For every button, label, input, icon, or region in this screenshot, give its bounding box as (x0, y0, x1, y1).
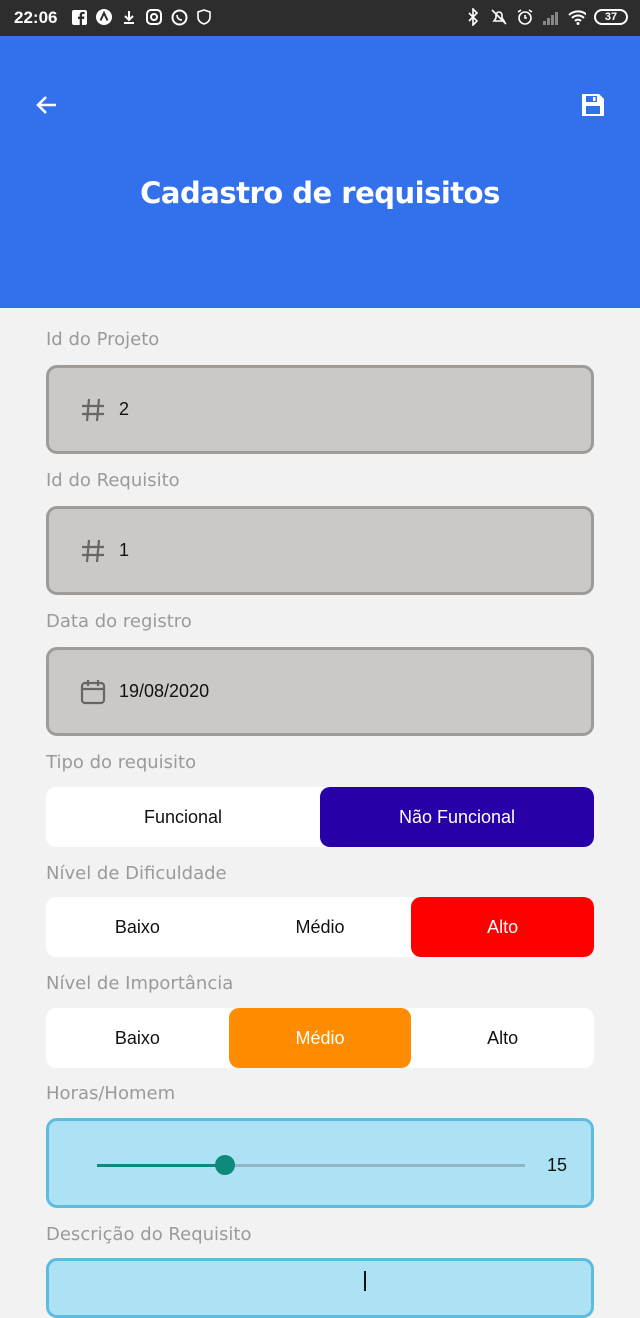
bluetooth-icon (464, 8, 482, 26)
dificuldade-option-alto[interactable]: Alto (411, 897, 594, 957)
descricao-label: Descrição do Requisito (46, 1224, 252, 1245)
horas-value: 15 (546, 1155, 567, 1175)
tipo-option-nao-funcional[interactable]: Não Funcional (320, 787, 594, 847)
slider-fill (97, 1164, 226, 1167)
save-icon (580, 92, 606, 123)
facebook-icon (70, 8, 88, 26)
system-icons: 37 (464, 8, 628, 26)
slider-thumb[interactable] (215, 1155, 236, 1175)
requirement-id-value: 1 (119, 540, 130, 560)
status-time: 22:06 (14, 8, 58, 27)
dificuldade-label: Nível de Dificuldade (46, 863, 227, 884)
date-value: 19/08/2020 (119, 681, 210, 701)
requirement-id-label: Id do Requisito (46, 470, 180, 491)
alarm-icon (516, 8, 534, 26)
whatsapp-icon (170, 8, 188, 26)
importancia-option-medio[interactable]: Médio (228, 1008, 412, 1068)
text-cursor (364, 1271, 366, 1291)
importancia-segmented-control: Baixo Médio Alto (46, 1008, 594, 1068)
tipo-option-funcional[interactable]: Funcional (46, 787, 320, 847)
download-icon (120, 8, 138, 26)
instagram-icon (145, 8, 163, 26)
app-header: Cadastro de requisitos (0, 36, 640, 308)
requirement-id-field[interactable]: 1 (46, 506, 594, 595)
app-icon (95, 8, 113, 26)
slider-track[interactable] (97, 1155, 525, 1175)
signal-icon (542, 8, 560, 26)
calendar-icon (77, 676, 109, 708)
descricao-input[interactable] (46, 1258, 594, 1318)
date-label: Data do registro (46, 611, 192, 632)
importancia-label: Nível de Importância (46, 973, 234, 994)
hash-icon (77, 394, 109, 426)
project-id-label: Id do Projeto (46, 329, 160, 350)
page-title: Cadastro de requisitos (140, 176, 500, 210)
project-id-value: 2 (119, 399, 130, 419)
tipo-label: Tipo do requisito (46, 752, 197, 773)
dificuldade-option-medio[interactable]: Médio (229, 897, 412, 957)
notification-icons (70, 8, 213, 26)
importancia-option-baixo[interactable]: Baixo (46, 1008, 229, 1068)
project-id-field[interactable]: 2 (46, 365, 594, 454)
tipo-segmented-control: Funcional Não Funcional (46, 787, 594, 847)
arrow-left-icon (35, 93, 59, 122)
hash-icon (77, 535, 109, 567)
mute-icon (490, 8, 508, 26)
dificuldade-option-baixo[interactable]: Baixo (46, 897, 229, 957)
back-button[interactable] (30, 90, 64, 124)
dificuldade-segmented-control: Baixo Médio Alto (46, 897, 594, 957)
horas-label: Horas/Homem (46, 1083, 176, 1104)
horas-slider-container: 15 (46, 1118, 594, 1208)
date-field[interactable]: 19/08/2020 (46, 647, 594, 736)
save-button[interactable] (576, 90, 610, 124)
wifi-icon (568, 8, 586, 26)
status-bar: 22:06 37 (0, 0, 640, 36)
shield-icon (195, 8, 213, 26)
battery-indicator: 37 (594, 9, 628, 25)
importancia-option-alto[interactable]: Alto (411, 1008, 594, 1068)
